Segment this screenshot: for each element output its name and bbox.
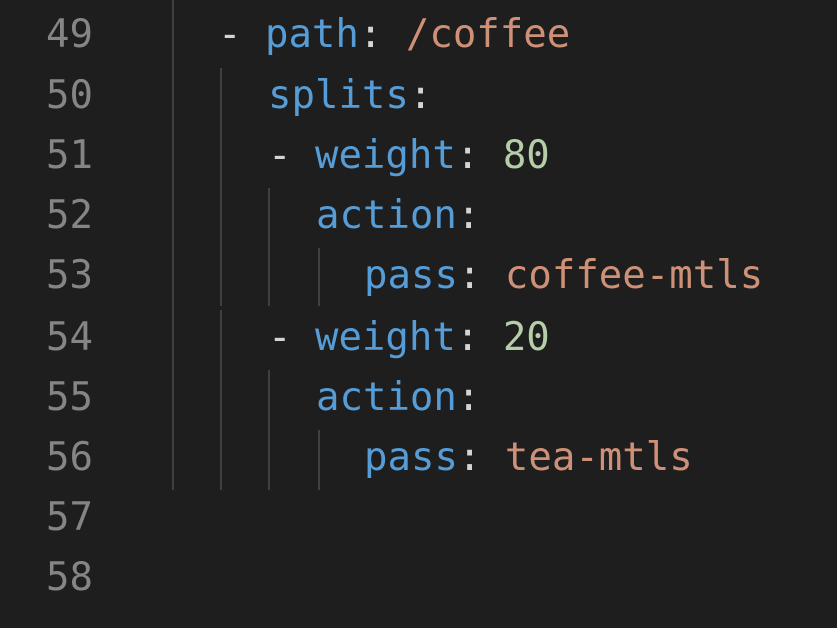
yaml-value: tea-mtls — [504, 435, 693, 480]
code-line[interactable]: 52 action: — [0, 186, 837, 246]
list-dash: - — [268, 133, 315, 178]
line-number: 49 — [46, 12, 93, 57]
yaml-colon: : — [457, 435, 505, 480]
line-number: 58 — [46, 555, 93, 600]
yaml-value: 20 — [502, 315, 550, 360]
line-number: 53 — [46, 253, 93, 298]
yaml-value: /coffee — [405, 12, 571, 57]
code-text[interactable]: - path: /coffee — [218, 11, 570, 59]
code-line[interactable]: 55 action: — [0, 368, 837, 428]
yaml-key: weight — [314, 315, 456, 360]
code-text[interactable]: - weight: 20 — [268, 314, 550, 362]
code-text[interactable]: pass: coffee-mtls — [364, 252, 763, 300]
yaml-colon: : — [456, 375, 481, 420]
yaml-key: pass — [364, 435, 458, 480]
code-line[interactable]: 53 pass: coffee-mtls — [0, 246, 837, 306]
code-line[interactable]: 58 — [0, 548, 837, 608]
line-number: 52 — [46, 193, 93, 238]
code-line[interactable]: 51 - weight: 80 — [0, 126, 837, 186]
code-text[interactable]: splits: — [268, 72, 432, 120]
line-number: 50 — [46, 73, 93, 118]
yaml-key: weight — [314, 133, 456, 178]
yaml-value: 80 — [502, 133, 550, 178]
code-editor[interactable]: 49 - path: /coffee 50 splits: 51 - weigh… — [0, 0, 837, 628]
yaml-colon: : — [456, 193, 481, 238]
yaml-colon: : — [358, 12, 406, 57]
line-number: 56 — [46, 435, 93, 480]
line-number: 57 — [46, 495, 93, 540]
code-line[interactable]: 50 splits: — [0, 66, 837, 126]
yaml-key: action — [316, 193, 457, 238]
yaml-colon: : — [455, 315, 503, 360]
code-line[interactable]: 56 pass: tea-mtls — [0, 428, 837, 488]
line-number: 55 — [46, 375, 93, 420]
code-line[interactable]: 54 - weight: 20 — [0, 308, 837, 368]
yaml-value: coffee-mtls — [504, 253, 764, 298]
yaml-key: splits — [268, 73, 409, 118]
list-dash: - — [268, 315, 315, 360]
code-text[interactable]: action: — [316, 374, 480, 422]
list-dash: - — [218, 12, 265, 57]
yaml-colon: : — [408, 73, 433, 118]
code-line[interactable]: 49 - path: /coffee — [0, 5, 837, 65]
yaml-key: action — [316, 375, 457, 420]
code-text[interactable]: action: — [316, 192, 480, 240]
code-text[interactable]: - weight: 80 — [268, 132, 550, 180]
code-text[interactable]: pass: tea-mtls — [364, 434, 693, 482]
yaml-colon: : — [457, 253, 505, 298]
yaml-colon: : — [455, 133, 503, 178]
yaml-key: path — [264, 12, 359, 57]
code-line[interactable]: 57 — [0, 488, 837, 548]
line-number: 54 — [46, 315, 93, 360]
line-number: 51 — [46, 133, 93, 178]
yaml-key: pass — [364, 253, 458, 298]
